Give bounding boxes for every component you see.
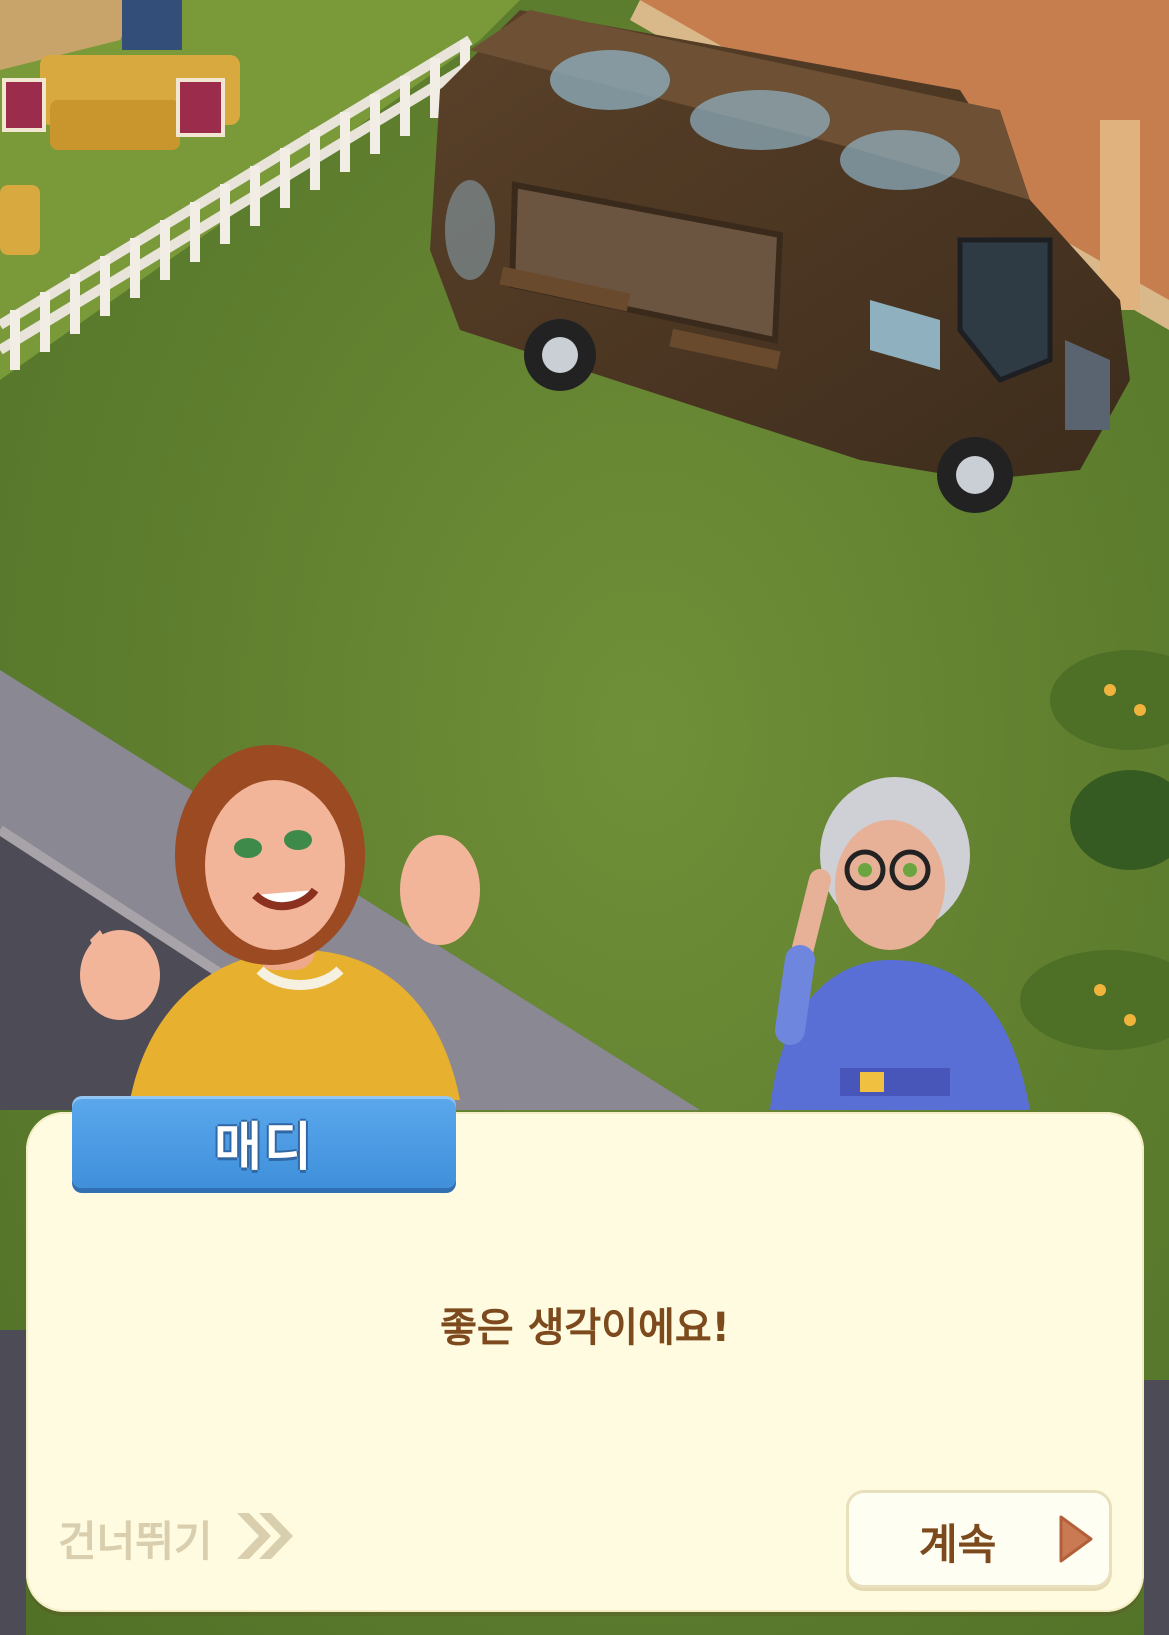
continue-label: 계속 [919,1520,997,1569]
play-arrow-icon [1057,1513,1095,1569]
skip-label: 건너뛰기 [58,1516,213,1566]
dialog-line: 좋은 생각이에요! [440,1305,730,1351]
speaker-name: 매디 [214,1117,314,1178]
skip-button[interactable]: 건너뛰기 [58,1508,297,1568]
speaker-nameplate: 매디 [72,1096,456,1188]
continue-button[interactable]: 계속 [846,1490,1112,1588]
double-chevron-right-icon [233,1509,297,1567]
